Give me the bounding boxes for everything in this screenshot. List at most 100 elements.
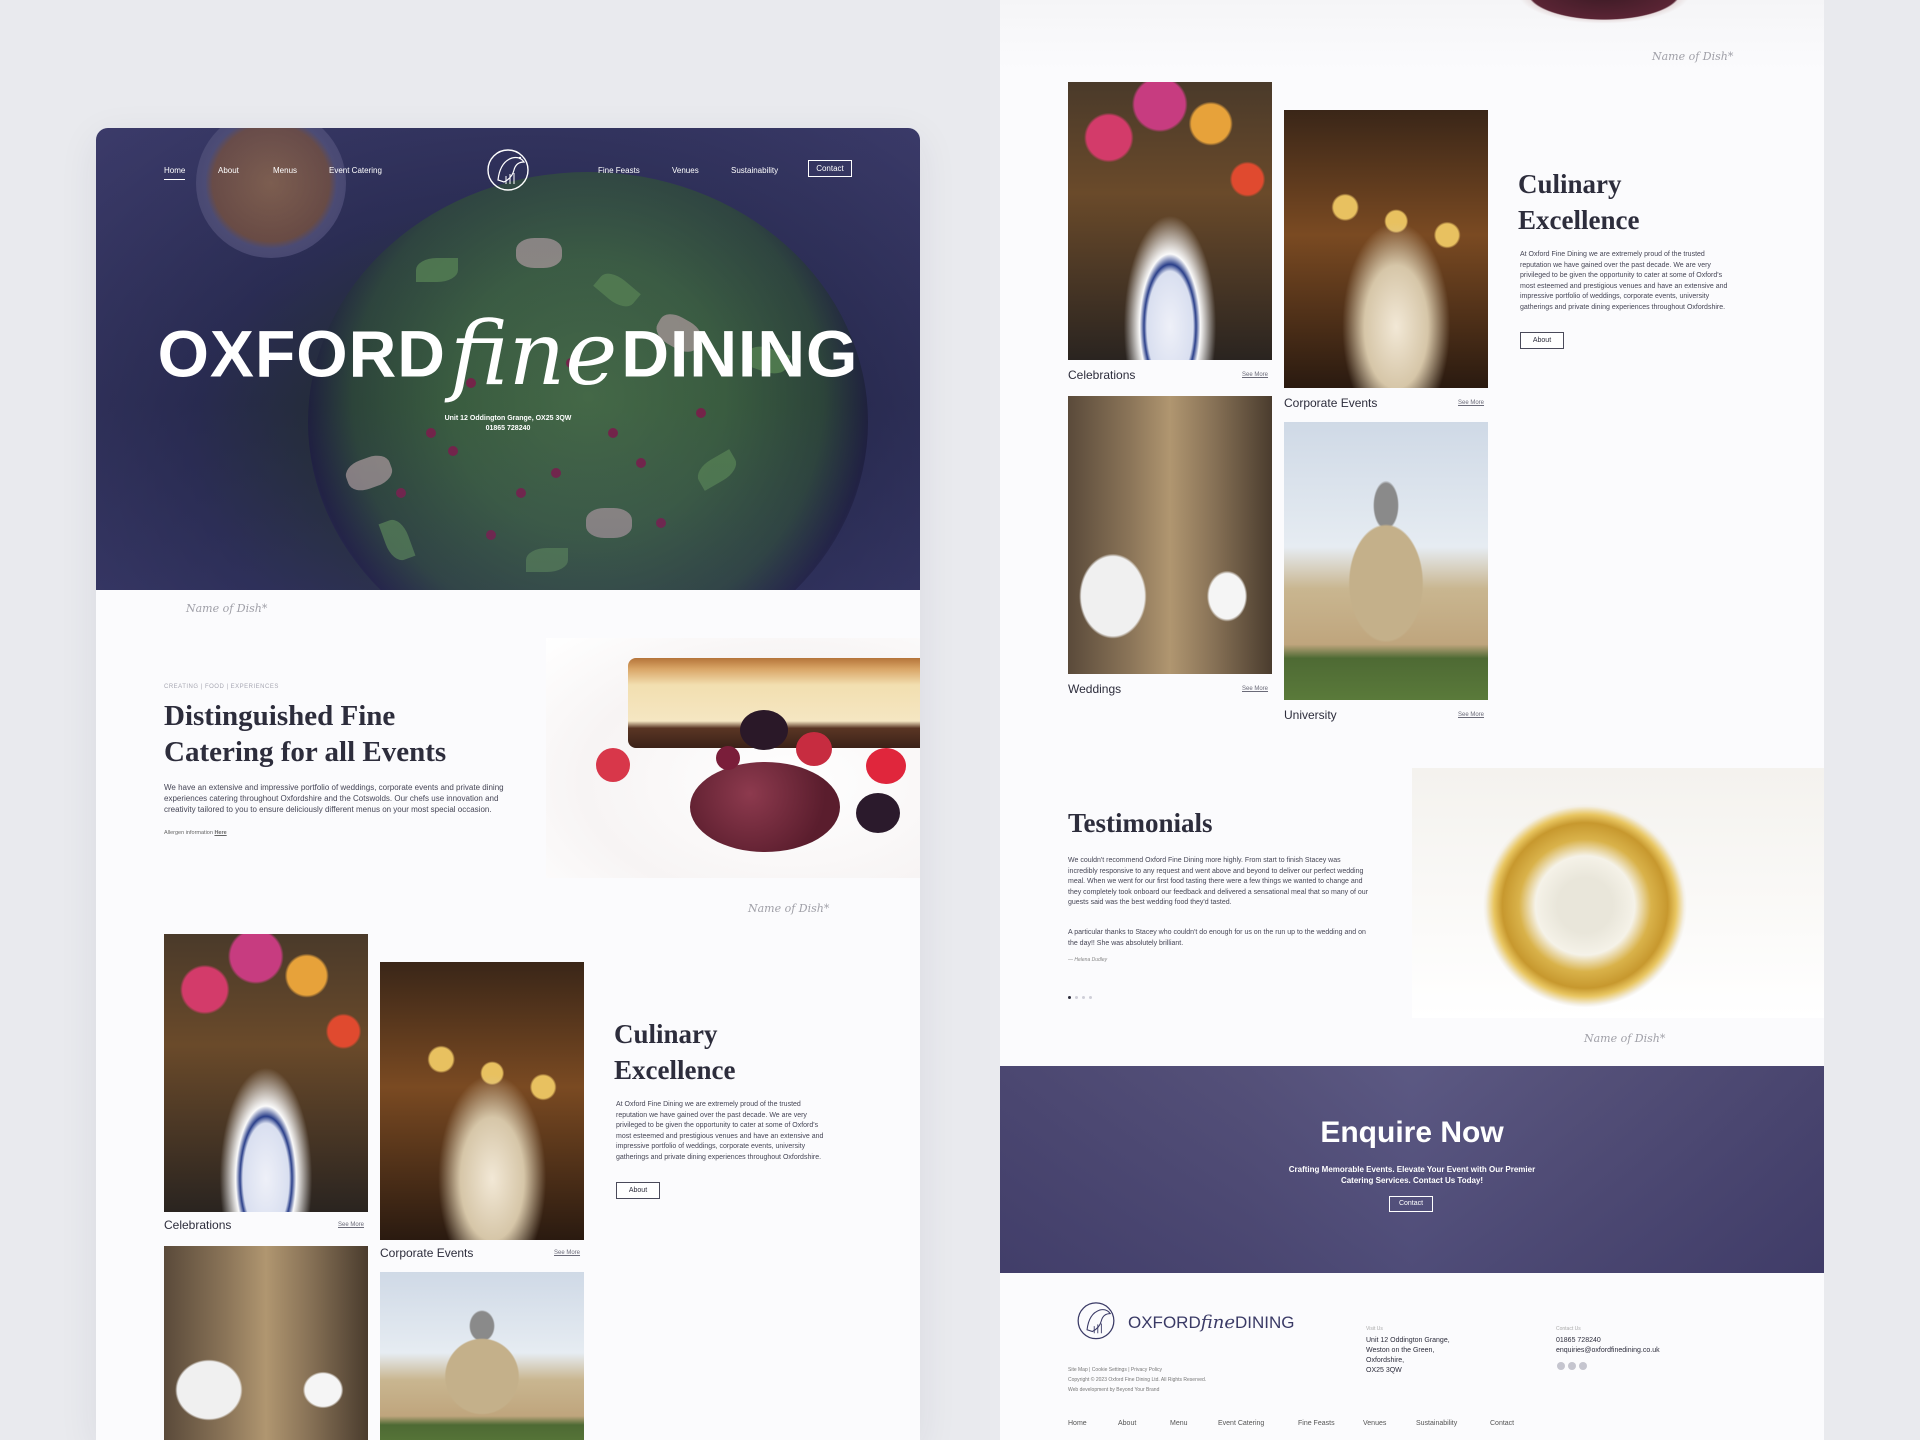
- enquire-text-line2: Catering Services. Contact Us Today!: [1340, 1176, 1484, 1185]
- university-see-more[interactable]: See More: [1458, 712, 1484, 718]
- top-dish-caption: Name of Dish*: [1652, 50, 1734, 63]
- weddings-see-more[interactable]: See More: [1242, 686, 1268, 692]
- university-image[interactable]: [380, 1272, 584, 1440]
- enquire-contact-button[interactable]: Contact: [1389, 1196, 1433, 1212]
- footer-nav-menu[interactable]: Menu: [1170, 1420, 1188, 1427]
- celebrations-label: Celebrations: [1068, 368, 1136, 382]
- nav-sustainability[interactable]: Sustainability: [731, 166, 778, 175]
- celebrations-label: Celebrations: [164, 1218, 232, 1232]
- corporate-events-see-more[interactable]: See More: [1458, 400, 1484, 406]
- intro-heading-line1: Distinguished Fine: [164, 700, 396, 732]
- university-label: University: [1284, 708, 1337, 722]
- brand-oxford: OXFORD: [157, 316, 446, 391]
- weddings-label: Weddings: [1068, 682, 1122, 696]
- nav-fine-feasts[interactable]: Fine Feasts: [598, 166, 640, 175]
- nav-home[interactable]: Home: [164, 166, 186, 180]
- footer-address-line-2: Weston on the Green,: [1366, 1347, 1435, 1354]
- footer-nav-home[interactable]: Home: [1068, 1420, 1087, 1427]
- culinary-heading-line2: Excellence: [1518, 205, 1640, 235]
- footer-nav-venues[interactable]: Venues: [1363, 1420, 1386, 1427]
- footer-address-line-1: Unit 12 Oddington Grange,: [1366, 1337, 1450, 1344]
- dessert-caption: Name of Dish*: [748, 902, 830, 915]
- corporate-events-image[interactable]: [1284, 110, 1488, 388]
- culinary-heading-line2: Excellence: [614, 1055, 736, 1085]
- culinary-body: At Oxford Fine Dining we are extremely p…: [1520, 251, 1728, 311]
- enquire-text-line1: Crafting Memorable Events. Elevate Your …: [1288, 1165, 1536, 1174]
- nav-contact-button[interactable]: Contact: [808, 160, 852, 177]
- intro-heading-line2: Catering for all Events: [164, 736, 447, 768]
- enquire-heading: Enquire Now: [1320, 1116, 1504, 1149]
- hero-phone: 01865 728240: [485, 425, 531, 432]
- facebook-icon[interactable]: [1557, 1362, 1565, 1370]
- testimonial-quote-1: We couldn't recommend Oxford Fine Dining…: [1068, 857, 1369, 906]
- plate-caption: Name of Dish*: [1584, 1032, 1666, 1045]
- scrolled-page-panel: Name of Dish* Celebrations See More Corp…: [1000, 0, 1824, 1440]
- gold-plate-image: [1412, 768, 1824, 1018]
- footer-address-line-3: Oxfordshire,: [1366, 1357, 1405, 1364]
- footer-email[interactable]: enquiries@oxfordfinedining.co.uk: [1556, 1346, 1660, 1356]
- footer-brand-fine: fine: [1200, 1312, 1235, 1333]
- celebrations-image[interactable]: [1068, 82, 1272, 360]
- carousel-dot-2[interactable]: [1075, 996, 1078, 999]
- footer-address-line-4: OX25 3QW: [1366, 1367, 1402, 1374]
- culinary-heading: Culinary Excellence: [614, 1016, 735, 1088]
- intro-body: We have an extensive and impressive port…: [164, 783, 504, 814]
- culinary-about-button[interactable]: About: [616, 1182, 660, 1199]
- corporate-events-image[interactable]: [380, 962, 584, 1240]
- weddings-image[interactable]: [164, 1246, 368, 1440]
- nav-venues[interactable]: Venues: [672, 166, 699, 175]
- footer-nav-sustainability[interactable]: Sustainability: [1416, 1420, 1457, 1427]
- footer-nav-about[interactable]: About: [1118, 1420, 1136, 1427]
- nav-about[interactable]: About: [218, 166, 239, 175]
- enquire-text: Crafting Memorable Events. Elevate Your …: [1000, 1164, 1824, 1186]
- linkedin-icon[interactable]: [1579, 1362, 1587, 1370]
- culinary-heading-line1: Culinary: [614, 1019, 718, 1049]
- carousel-dot-1[interactable]: [1068, 996, 1071, 999]
- footer-brand-oxford: OXFORD: [1128, 1313, 1201, 1332]
- celebrations-see-more[interactable]: See More: [338, 1222, 364, 1228]
- footer-brand: OXFORDfineDINING: [1128, 1312, 1295, 1333]
- culinary-about-button[interactable]: About: [1520, 332, 1564, 349]
- logo-bird-icon[interactable]: [480, 140, 536, 196]
- testimonial-quote-2: A particular thanks to Stacey who couldn…: [1068, 929, 1366, 947]
- celebrations-see-more[interactable]: See More: [1242, 372, 1268, 378]
- footer-brand-dining: DINING: [1235, 1313, 1295, 1332]
- footer-phone[interactable]: 01865 728240: [1556, 1336, 1601, 1346]
- footer-credit: Web development by Beyond Your Brand: [1068, 1387, 1160, 1393]
- berry-sauce: [690, 762, 840, 852]
- dish-caption: Name of Dish*: [186, 602, 268, 615]
- corporate-events-label: Corporate Events: [1284, 396, 1378, 410]
- footer-nav-contact[interactable]: Contact: [1490, 1420, 1514, 1427]
- footer-nav-fine-feasts[interactable]: Fine Feasts: [1298, 1420, 1335, 1427]
- corporate-events-see-more[interactable]: See More: [554, 1250, 580, 1256]
- nav-menus[interactable]: Menus: [273, 166, 297, 175]
- footer-visit-label: Visit Us: [1366, 1326, 1383, 1332]
- hero-address: Unit 12 Oddington Grange, OX25 3QW: [444, 415, 572, 422]
- footer-visit-address: Unit 12 Oddington Grange, Weston on the …: [1366, 1336, 1450, 1376]
- allergen-info: Allergen information Here: [164, 830, 227, 836]
- carousel-dot-4[interactable]: [1089, 996, 1092, 999]
- intro-heading: Distinguished Fine Catering for all Even…: [164, 698, 446, 770]
- footer-contact-label: Contact Us: [1556, 1326, 1581, 1332]
- culinary-heading-line1: Culinary: [1518, 169, 1622, 199]
- testimonial-author: — Helena Dudley: [1068, 957, 1108, 963]
- weddings-image[interactable]: [1068, 396, 1272, 674]
- instagram-icon[interactable]: [1568, 1362, 1576, 1370]
- nav-event-catering[interactable]: Event Catering: [329, 166, 382, 175]
- footer-logo-bird-icon[interactable]: [1068, 1294, 1124, 1344]
- brand-dining: DINING: [621, 316, 859, 391]
- celebrations-image[interactable]: [164, 934, 368, 1212]
- footer-copyright: Copyright © 2023 Oxford Fine Dining Ltd.…: [1068, 1377, 1207, 1383]
- hero-contact-info: Unit 12 Oddington Grange, OX25 3QW 01865…: [96, 414, 920, 434]
- corporate-events-label: Corporate Events: [380, 1246, 474, 1260]
- hero-brand-title: OXFORDfineDINING: [96, 302, 920, 405]
- carousel-dot-3[interactable]: [1082, 996, 1085, 999]
- homepage-panel: Home About Menus Event Catering Fine Fea…: [96, 128, 920, 1440]
- allergen-link[interactable]: Here: [214, 830, 226, 836]
- footer-legal-links[interactable]: Site Map | Cookie Settings | Privacy Pol…: [1068, 1366, 1162, 1374]
- culinary-body: At Oxford Fine Dining we are extremely p…: [616, 1101, 824, 1161]
- footer-nav-event-catering[interactable]: Event Catering: [1218, 1420, 1264, 1427]
- university-image[interactable]: [1284, 422, 1488, 700]
- testimonial-carousel-dots[interactable]: [1068, 986, 1096, 1004]
- hero-section: Home About Menus Event Catering Fine Fea…: [96, 128, 920, 590]
